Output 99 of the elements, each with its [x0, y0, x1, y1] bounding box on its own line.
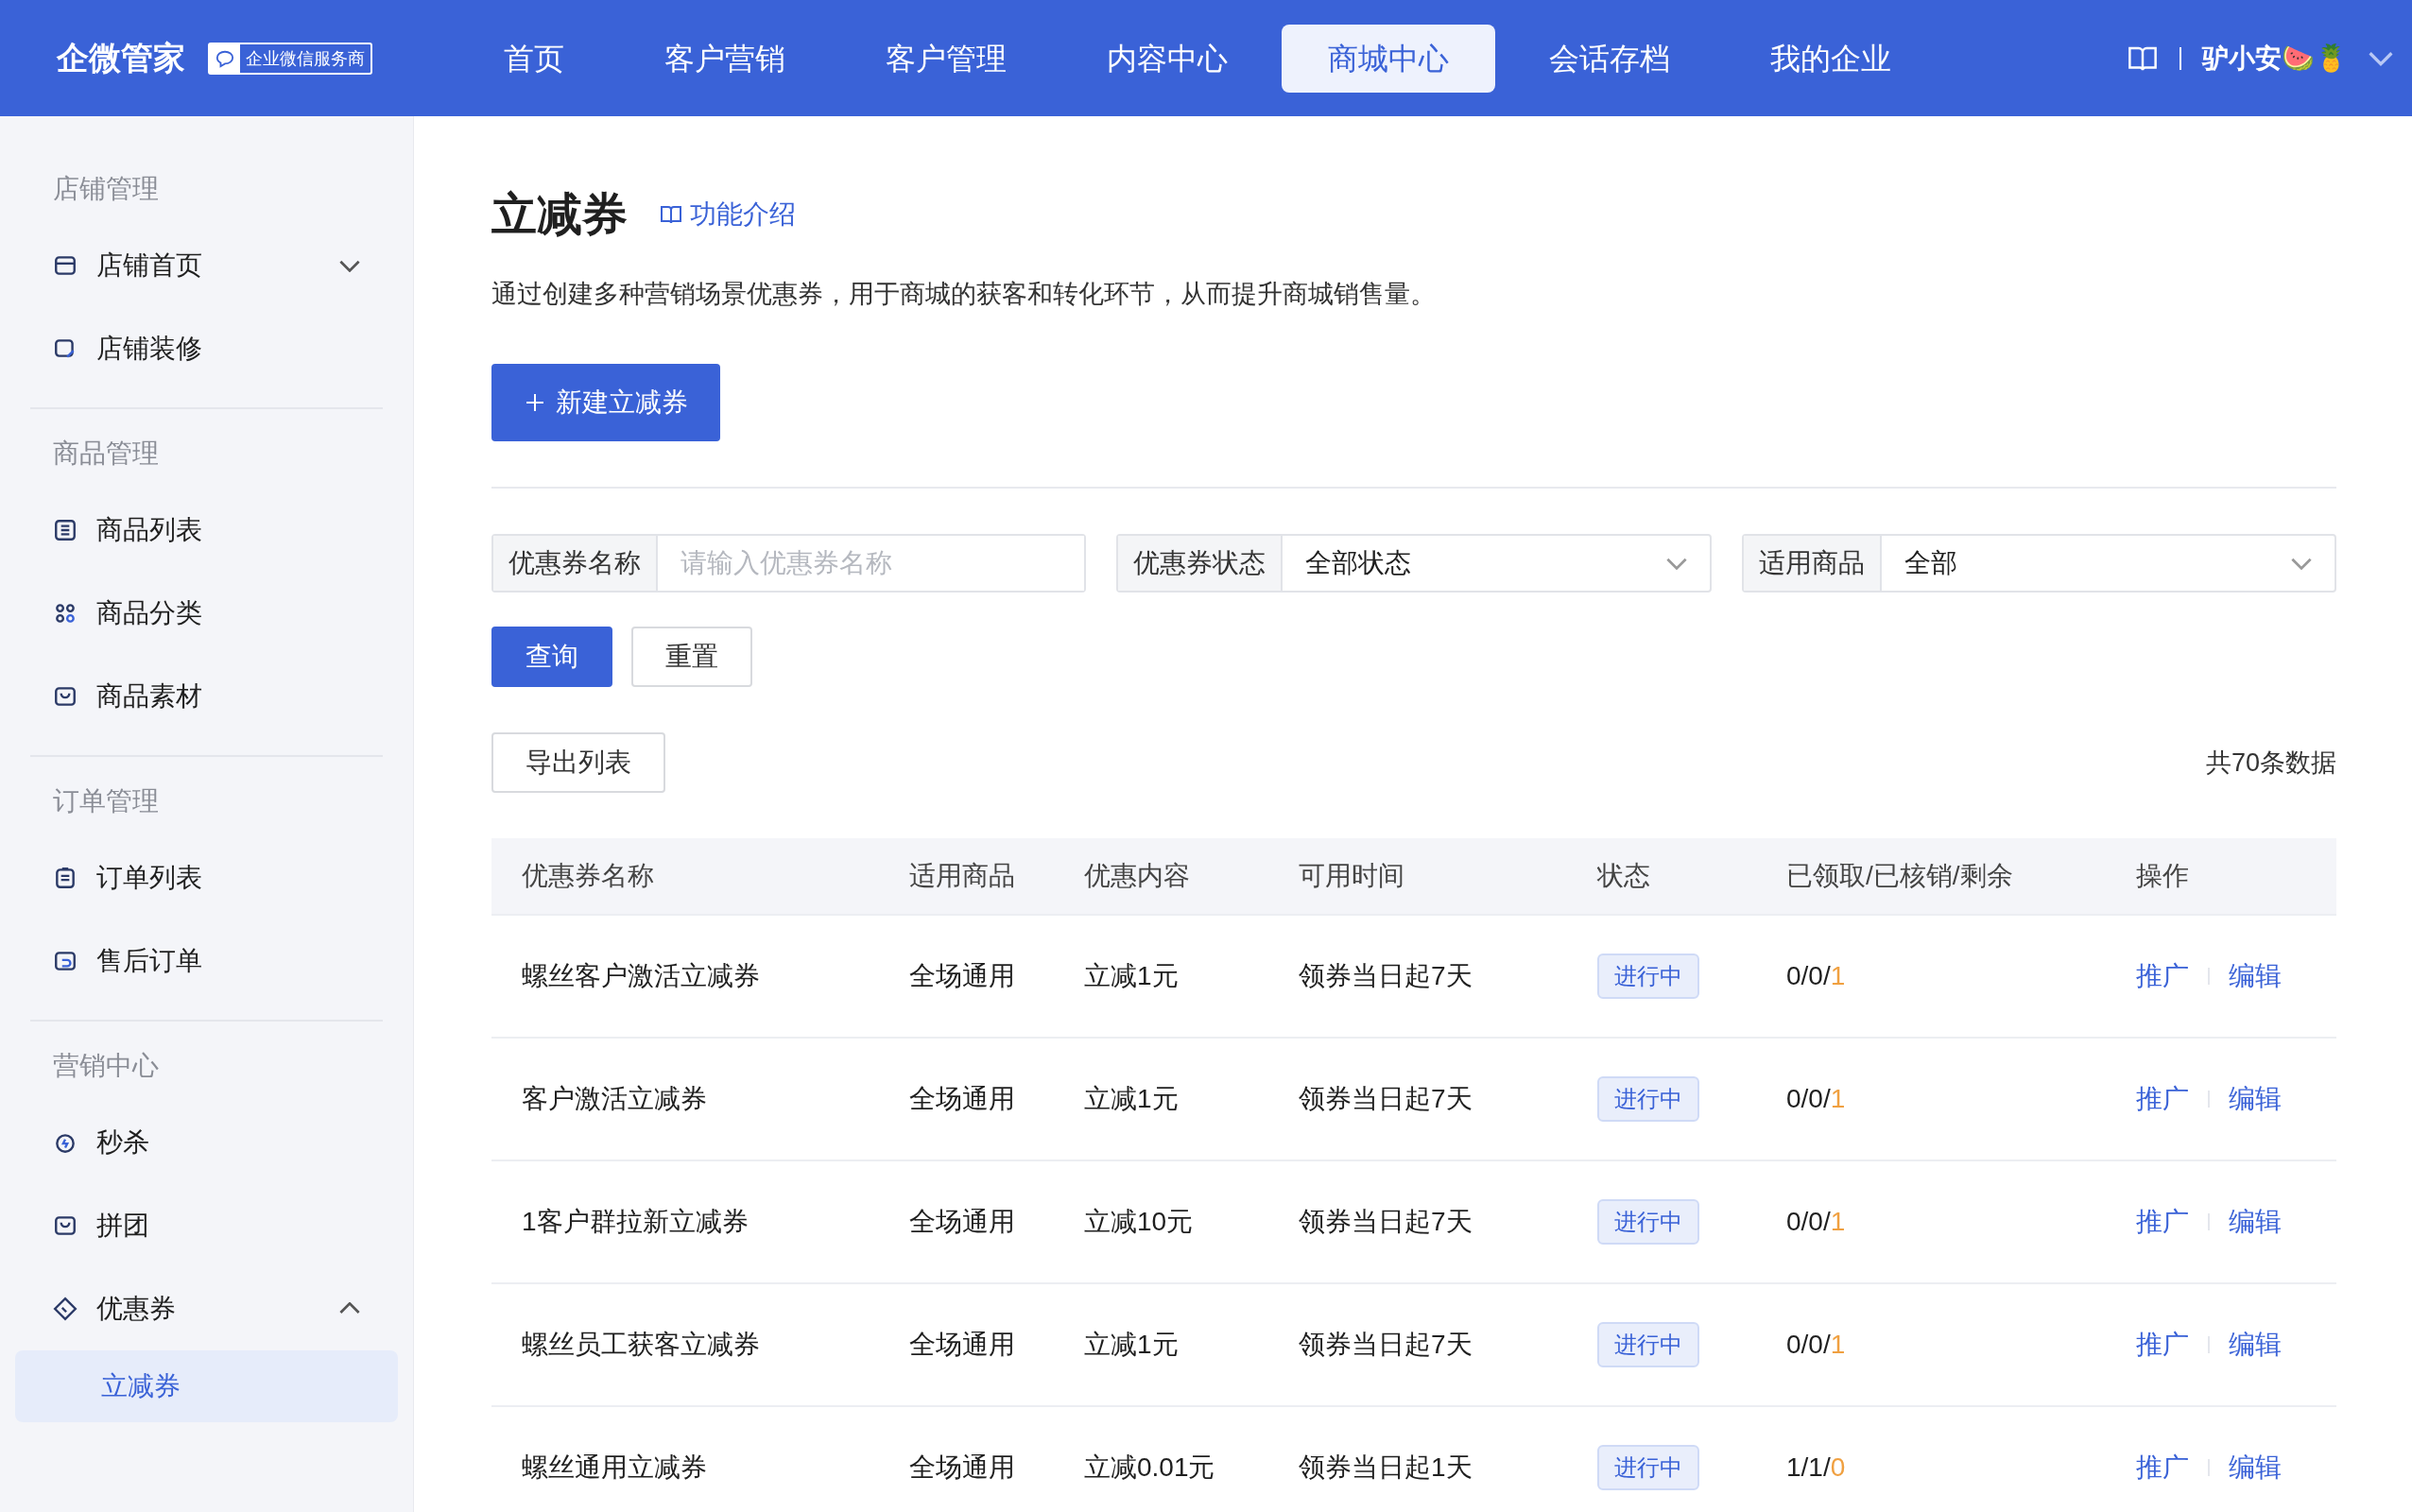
- filter-field[interactable]: 优惠券状态 全部状态: [1116, 534, 1712, 593]
- table-cell-text: 立减1元: [1084, 960, 1180, 992]
- page-description: 通过创建多种营销场景优惠券，用于商城的获客和转化环节，从而提升商城销售量。: [491, 279, 1437, 310]
- action-link[interactable]: 编辑: [2229, 1327, 2282, 1363]
- action-link[interactable]: 编辑: [2229, 1204, 2282, 1240]
- table-cell-text: 1/1/0: [1786, 1452, 1847, 1483]
- sidebar-subitem[interactable]: 立减券: [15, 1350, 398, 1422]
- sidebar-item[interactable]: 店铺装修: [15, 307, 398, 390]
- table-cell-text: 全场通用: [909, 1452, 1016, 1484]
- sidebar-item[interactable]: 售后订单: [15, 919, 398, 1003]
- nav-tab[interactable]: 客户营销: [618, 24, 832, 93]
- store-icon: [53, 253, 78, 278]
- nav-tab[interactable]: 首页: [457, 24, 611, 93]
- chevron-icon: [339, 259, 360, 272]
- column-header: 优惠券名称: [522, 860, 655, 892]
- nav-tab[interactable]: 商城中心: [1282, 24, 1495, 93]
- bag-icon: [53, 684, 78, 709]
- export-button[interactable]: 导出列表: [491, 732, 665, 793]
- action-link[interactable]: 推广: [2136, 958, 2189, 994]
- table-cell-text: 螺丝客户激活立减券: [522, 960, 761, 992]
- chevron-icon: [339, 1302, 360, 1315]
- table-cell-text: 全场通用: [909, 1206, 1016, 1238]
- sidebar-item[interactable]: 商品素材: [15, 655, 398, 738]
- create-button[interactable]: 新建立减券: [491, 364, 720, 441]
- caret-icon: [2369, 50, 2393, 66]
- action-link[interactable]: 推广: [2136, 1327, 2189, 1363]
- clipboard-icon: [53, 866, 78, 890]
- nav-tab[interactable]: 我的企业: [1724, 24, 1938, 93]
- column-header: 优惠内容: [1084, 860, 1191, 892]
- return-box-icon: [53, 949, 78, 973]
- badge-text: 企业微信服务商: [245, 47, 366, 70]
- total-count: 共70条数据: [2205, 747, 2336, 779]
- action-link[interactable]: 编辑: [2229, 1081, 2282, 1117]
- table-cell-text: 立减1元: [1084, 1083, 1180, 1115]
- status-tag: 进行中: [1597, 1445, 1699, 1490]
- chat-bubble-icon: [215, 48, 235, 68]
- nav-tab[interactable]: 会话存档: [1503, 24, 1716, 93]
- ticket-icon: [53, 1297, 78, 1321]
- table-cell-text: 立减10元: [1084, 1206, 1195, 1238]
- book-icon: [660, 204, 682, 225]
- sidebar-item[interactable]: 订单列表: [15, 836, 398, 919]
- table-cell-text: 领券当日起1天: [1299, 1452, 1473, 1484]
- table-cell-text: 立减0.01元: [1084, 1452, 1216, 1484]
- table-cell-text: 1客户群拉新立减券: [522, 1206, 749, 1238]
- table-cell-text: 0/0/1: [1786, 1084, 1847, 1114]
- query-button[interactable]: 查询: [491, 627, 612, 687]
- sidebar-item[interactable]: 秒杀: [15, 1101, 398, 1184]
- action-link[interactable]: 推广: [2136, 1204, 2189, 1240]
- status-tag: 进行中: [1597, 1199, 1699, 1245]
- column-header: 已领取/已核销/剩余: [1786, 860, 2014, 892]
- action-link[interactable]: 编辑: [2229, 958, 2282, 994]
- column-header: 状态: [1597, 860, 1651, 892]
- bag-icon: [53, 1213, 78, 1238]
- section-title: 营销中心: [52, 1050, 160, 1082]
- section-title: 订单管理: [52, 785, 160, 817]
- sidebar-item[interactable]: 商品分类: [15, 572, 398, 655]
- filter-field[interactable]: 适用商品 全部: [1741, 534, 2336, 593]
- table-cell-text: 螺丝员工获客立减券: [522, 1329, 761, 1361]
- action-link[interactable]: 推广: [2136, 1081, 2189, 1117]
- action-link[interactable]: 推广: [2136, 1450, 2189, 1486]
- table-cell-text: 螺丝通用立减券: [522, 1452, 708, 1484]
- status-tag: 进行中: [1597, 1322, 1699, 1367]
- intro-link[interactable]: 功能介绍: [660, 197, 796, 232]
- nav-tab[interactable]: 内容中心: [1060, 24, 1274, 93]
- column-header: 可用时间: [1299, 860, 1405, 892]
- filter-field[interactable]: 优惠券名称 请输入优惠券名称: [491, 534, 1087, 593]
- sidebar-item[interactable]: 店铺首页: [15, 224, 398, 307]
- table-cell-text: 全场通用: [909, 1329, 1016, 1361]
- section-title: 商品管理: [52, 438, 160, 470]
- table-cell-text: 领券当日起7天: [1299, 1083, 1473, 1115]
- table-cell-text: 全场通用: [909, 1083, 1016, 1115]
- list-icon: [53, 518, 78, 542]
- table-cell-text: 0/0/1: [1786, 1207, 1847, 1237]
- table-cell-text: 领券当日起7天: [1299, 1329, 1473, 1361]
- table-cell-text: 0/0/1: [1786, 1330, 1847, 1360]
- table-cell-text: 全场通用: [909, 960, 1016, 992]
- plus-icon: [524, 391, 546, 414]
- grid-icon: [53, 601, 78, 626]
- chevron-icon: [2291, 557, 2312, 570]
- chevron-icon: [1665, 557, 1687, 570]
- page-title: 立减券: [491, 188, 628, 241]
- user-name[interactable]: 驴小安🍉🍍: [2202, 40, 2348, 77]
- sidebar-item[interactable]: 优惠券: [15, 1267, 398, 1350]
- sidebar-item[interactable]: 商品列表: [15, 489, 398, 572]
- column-header: 操作: [2136, 860, 2190, 892]
- nav-tab[interactable]: 客户管理: [839, 24, 1053, 93]
- status-tag: 进行中: [1597, 1076, 1699, 1122]
- status-tag: 进行中: [1597, 954, 1699, 999]
- table-cell-text: 0/0/1: [1786, 961, 1847, 991]
- reset-button[interactable]: 重置: [631, 627, 752, 687]
- brand-name: 企微管家: [57, 38, 185, 77]
- sidebar-item[interactable]: 拼团: [15, 1184, 398, 1267]
- action-link[interactable]: 编辑: [2229, 1450, 2282, 1486]
- table-cell-text: 立减1元: [1084, 1329, 1180, 1361]
- column-header: 适用商品: [909, 860, 1016, 892]
- section-title: 店铺管理: [52, 173, 160, 205]
- table-cell-text: 领券当日起7天: [1299, 1206, 1473, 1238]
- table-cell-text: 客户激活立减券: [522, 1083, 708, 1115]
- table-cell-text: 领券当日起7天: [1299, 960, 1473, 992]
